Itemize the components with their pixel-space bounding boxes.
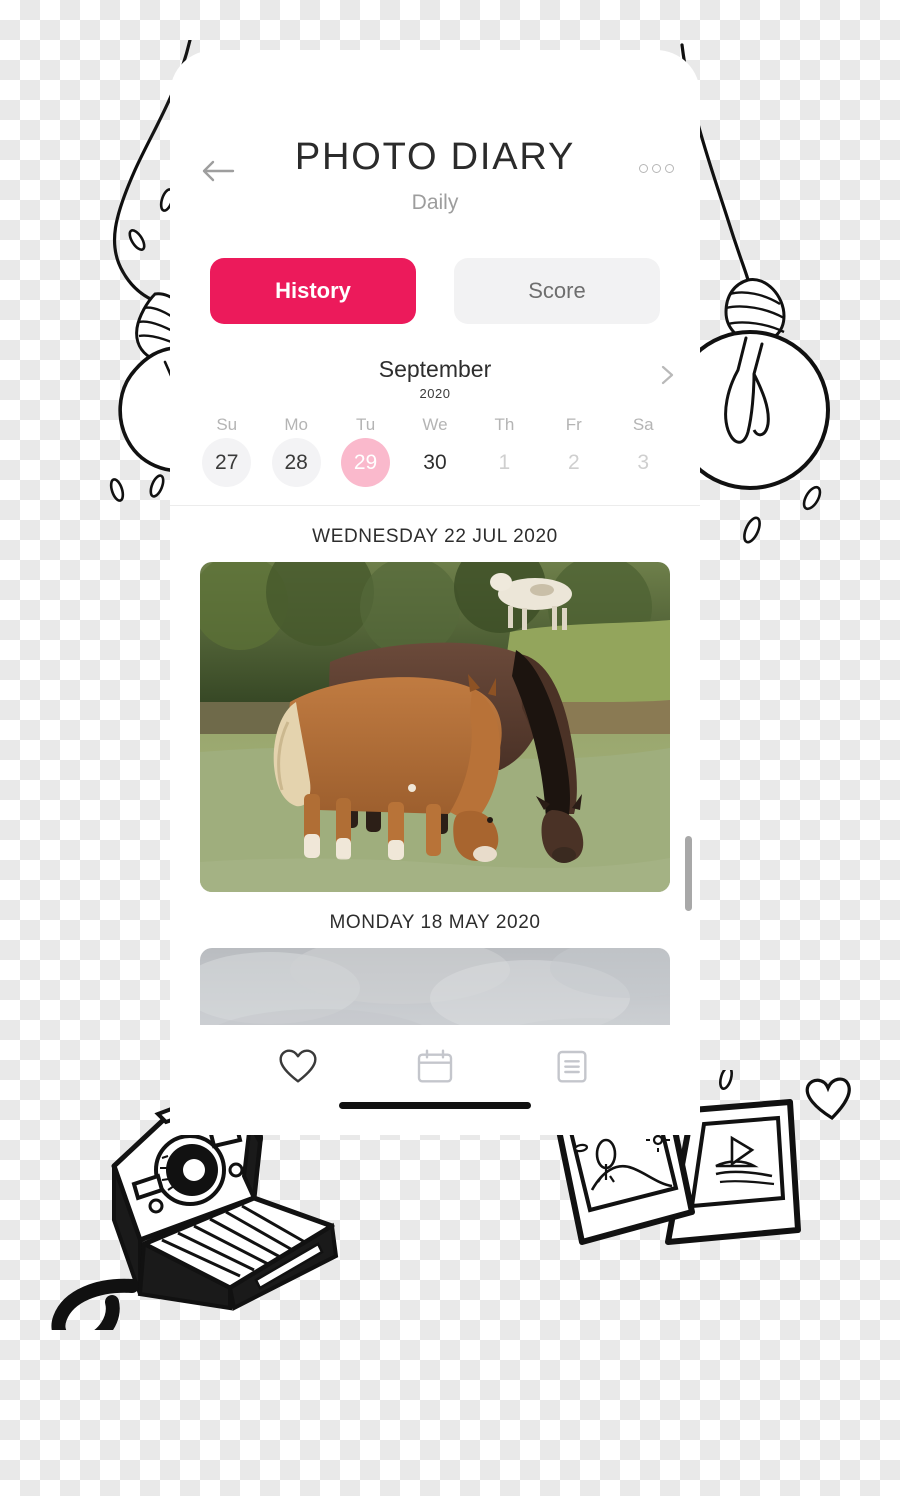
calendar-day-names: Su Mo Tu We Th Fr Sa — [192, 415, 678, 435]
more-options-icon[interactable] — [639, 164, 674, 173]
heart-icon[interactable] — [278, 1047, 318, 1087]
calendar-day-cell: 27 — [192, 438, 261, 487]
back-arrow-icon[interactable] — [200, 158, 236, 184]
day-name: Mo — [284, 415, 308, 434]
photo-horses-grazing[interactable] — [200, 562, 670, 892]
calendar-day[interactable]: 30 — [410, 438, 459, 487]
app-header: PHOTO DIARY Daily — [170, 122, 700, 232]
day-name: We — [422, 415, 448, 434]
document-icon[interactable] — [552, 1047, 592, 1087]
calendar-day-cell: 29 — [331, 438, 400, 487]
entry-date-heading: MONDAY 18 MAY 2020 — [329, 912, 541, 933]
day-name: Tu — [355, 415, 376, 434]
calendar-year-label: 2020 — [419, 386, 451, 401]
tab-history[interactable]: History — [210, 258, 416, 324]
calendar-day-selected[interactable]: 29 — [341, 438, 391, 487]
phone-mockup: PHOTO DIARY Daily History Score Septembe… — [170, 50, 700, 1135]
calendar-day[interactable]: 1 — [480, 438, 529, 487]
calendar-month-label: September — [378, 356, 492, 382]
calendar-day[interactable]: 2 — [549, 438, 598, 487]
screenshot-stage: PHOTO DIARY Daily History Score Septembe… — [0, 0, 900, 1496]
page-subtitle: Daily — [411, 191, 459, 214]
calendar-day[interactable]: 27 — [202, 438, 252, 487]
chevron-right-icon[interactable] — [656, 364, 678, 386]
calendar-day-cell: 1 — [470, 438, 539, 487]
calendar-day[interactable]: 3 — [619, 438, 668, 487]
page-title: PHOTO DIARY — [294, 136, 576, 178]
phone-notch — [337, 50, 533, 76]
tab-score[interactable]: Score — [454, 258, 660, 324]
calendar-day-cell: 30 — [400, 438, 469, 487]
home-indicator — [339, 1102, 531, 1109]
day-name: Su — [216, 415, 238, 434]
calendar-day-cell: 2 — [539, 438, 608, 487]
entry-date-heading: WEDNESDAY 22 JUL 2020 — [312, 526, 558, 547]
calendar-day-cell: 28 — [261, 438, 330, 487]
day-name: Sa — [632, 415, 654, 434]
calendar-day[interactable]: 28 — [271, 438, 321, 487]
photo-feed[interactable]: WEDNESDAY 22 JUL 2020 MONDAY 18 MAY 2020 — [170, 506, 700, 1081]
bottom-navigation — [170, 1025, 700, 1135]
calendar-icon[interactable] — [415, 1047, 455, 1087]
calendar-header: September 2020 — [170, 358, 700, 412]
day-name: Th — [494, 415, 515, 434]
calendar-day-cell: 3 — [609, 438, 678, 487]
calendar-week-row: 27 28 29 30 1 2 3 — [192, 438, 678, 487]
day-name: Fr — [565, 415, 582, 434]
feed-scrollbar[interactable] — [685, 836, 692, 911]
view-tabs: History Score — [170, 258, 700, 324]
